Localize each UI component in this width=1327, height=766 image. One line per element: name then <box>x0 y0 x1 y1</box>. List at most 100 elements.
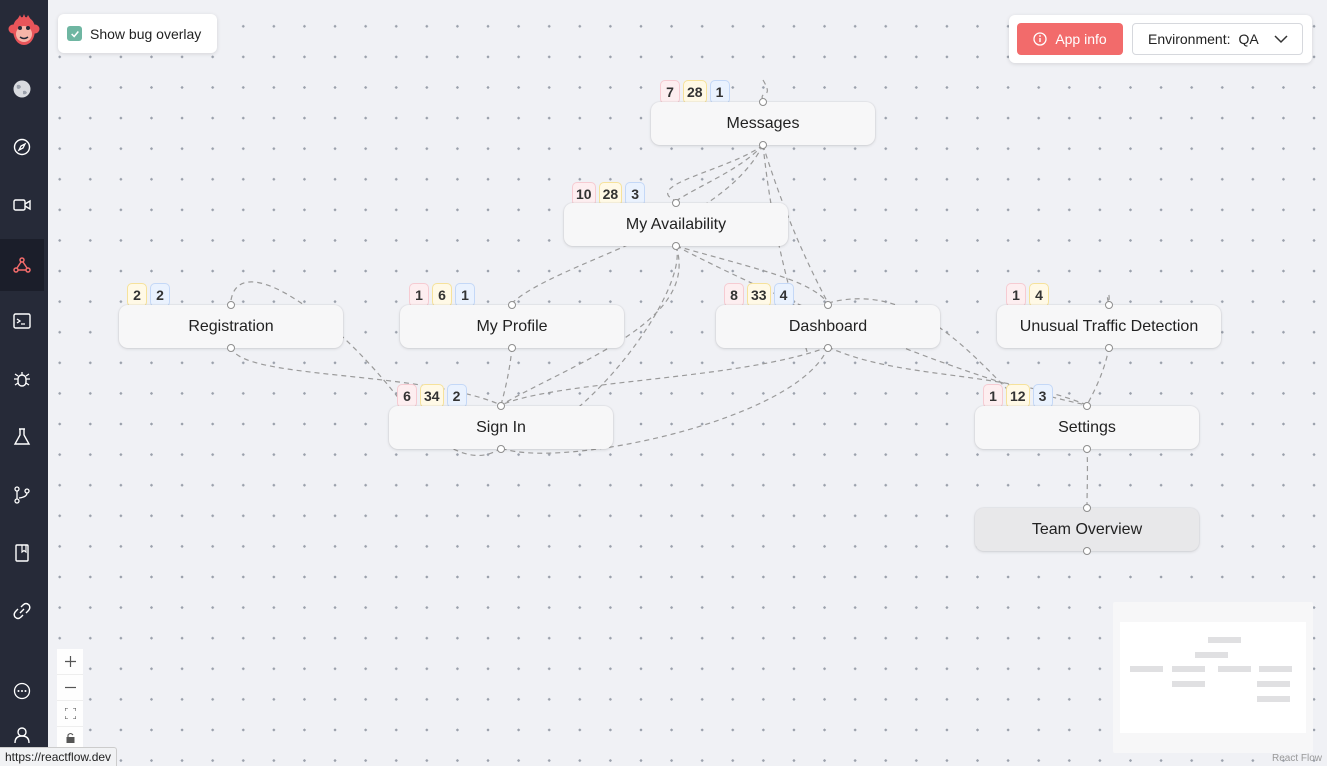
bug-count-critical: 1 <box>409 283 429 307</box>
node-handle-top[interactable] <box>759 98 767 106</box>
sidebar-item-recordings[interactable] <box>0 180 44 230</box>
minimap[interactable] <box>1113 602 1313 753</box>
node-my-availability[interactable]: My Availability <box>564 199 788 250</box>
node-handle-top[interactable] <box>497 402 505 410</box>
environment-select[interactable]: Environment: QA <box>1132 23 1303 55</box>
bug-count-major: 12 <box>1006 384 1030 408</box>
checkbox-checked-icon[interactable] <box>67 26 82 41</box>
minimap-node <box>1172 681 1205 687</box>
minimap-node <box>1195 652 1228 658</box>
bug-count-major: 2 <box>127 283 147 307</box>
bug-count-major: 4 <box>1029 283 1049 307</box>
minimap-viewport <box>1120 622 1306 733</box>
node-handle-top[interactable] <box>672 199 680 207</box>
app-info-button[interactable]: App info <box>1017 23 1123 55</box>
bug-count-critical: 8 <box>724 283 744 307</box>
sidebar-item-chat[interactable] <box>0 666 44 716</box>
node-team-overview[interactable]: Team Overview <box>975 504 1199 555</box>
node-my-profile[interactable]: My Profile <box>400 301 624 352</box>
fit-view-button[interactable] <box>57 701 83 727</box>
chat-icon <box>13 682 31 700</box>
info-icon <box>1033 32 1047 46</box>
bug-count-critical: 1 <box>983 384 1003 408</box>
status-bar-url: https://reactflow.dev <box>0 747 118 766</box>
node-handle-top[interactable] <box>227 301 235 309</box>
node-handle-top[interactable] <box>824 301 832 309</box>
node-label: Dashboard <box>788 317 868 335</box>
monkey-logo[interactable] <box>8 14 40 48</box>
bug-overlay-label: Show bug overlay <box>90 25 202 42</box>
node-dashboard[interactable]: Dashboard <box>716 301 940 352</box>
bug-icon <box>14 372 30 387</box>
node-label: Sign In <box>476 418 526 436</box>
bug-count-minor: 2 <box>446 384 467 408</box>
node-handle-top[interactable] <box>1083 504 1091 512</box>
flask-icon <box>13 428 31 445</box>
sidebar <box>0 0 48 766</box>
node-handle-bottom[interactable] <box>227 344 235 352</box>
node-unusual-traffic-detection[interactable]: Unusual Traffic Detection <box>997 301 1221 352</box>
header-controls: App info Environment: QA <box>1009 15 1312 63</box>
flow-graph-icon <box>13 257 31 273</box>
bug-count-major: 34 <box>420 384 444 408</box>
node-sign-in[interactable]: Sign In <box>389 402 613 453</box>
sidebar-item-bugs[interactable] <box>0 354 44 404</box>
book-icon <box>15 544 29 562</box>
zoom-out-button[interactable] <box>57 675 83 701</box>
node-handle-bottom[interactable] <box>497 445 505 453</box>
app-info-label: App info <box>1055 31 1107 47</box>
bug-count-minor: 1 <box>709 80 730 104</box>
bug-count-critical: 6 <box>397 384 417 408</box>
messages-bug-badges: 7 28 1 <box>660 80 730 104</box>
node-handle-bottom[interactable] <box>508 344 516 352</box>
node-handle-bottom[interactable] <box>759 141 767 149</box>
sidebar-item-branches[interactable] <box>0 470 44 520</box>
sidebar-item-globe[interactable] <box>0 64 44 114</box>
node-label: Messages <box>726 114 800 132</box>
environment-label: Environment: <box>1148 31 1231 47</box>
sidebar-item-tests[interactable] <box>0 412 44 462</box>
node-handle-bottom[interactable] <box>1083 445 1091 453</box>
globe-icon <box>13 80 31 98</box>
node-handle-bottom[interactable] <box>824 344 832 352</box>
sidebar-item-docs[interactable] <box>0 528 44 578</box>
node-registration[interactable]: Registration <box>119 301 343 352</box>
node-handle-top[interactable] <box>1083 402 1091 410</box>
node-handle-bottom[interactable] <box>1083 547 1091 555</box>
dashboard-bug-badges: 8 33 4 <box>724 283 794 307</box>
node-label: My Profile <box>476 317 548 335</box>
react-flow-attribution[interactable]: React Flow <box>1267 753 1327 764</box>
minus-icon <box>64 686 76 689</box>
sidebar-item-app-map[interactable] <box>0 239 44 291</box>
sidebar-item-explore[interactable] <box>0 122 44 172</box>
plus-icon <box>64 656 76 667</box>
node-handle-top[interactable] <box>508 301 516 309</box>
sidebar-item-integrations[interactable] <box>0 586 44 636</box>
lock-button[interactable] <box>57 727 83 747</box>
node-handle-top[interactable] <box>1105 301 1113 309</box>
fit-view-icon <box>64 708 76 719</box>
bug-count-critical: 7 <box>660 80 680 104</box>
zoom-in-button[interactable] <box>57 649 83 675</box>
node-messages[interactable]: Messages <box>651 98 875 149</box>
sidebar-item-terminal[interactable] <box>0 296 44 346</box>
minimap-node <box>1172 666 1205 672</box>
node-label: Registration <box>188 317 274 335</box>
node-handle-bottom[interactable] <box>672 242 680 250</box>
profile-bug-badges: 1 6 1 <box>409 283 475 307</box>
bug-overlay-toggle[interactable]: Show bug overlay <box>58 14 217 53</box>
settings-bug-badges: 1 12 3 <box>983 384 1053 408</box>
flow-controls <box>57 649 83 747</box>
bug-count-major: 28 <box>683 80 707 104</box>
bug-count-minor: 4 <box>773 283 794 307</box>
registration-bug-badges: 2 2 <box>127 283 170 307</box>
signin-bug-badges: 6 34 2 <box>397 384 467 408</box>
node-label: Settings <box>1058 418 1116 436</box>
terminal-icon <box>13 313 31 329</box>
link-icon <box>13 602 31 620</box>
bug-count-critical: 1 <box>1006 283 1026 307</box>
minimap-node <box>1218 666 1251 672</box>
node-settings[interactable]: Settings <box>975 402 1199 453</box>
bug-count-major: 6 <box>432 283 452 307</box>
node-handle-bottom[interactable] <box>1105 344 1113 352</box>
